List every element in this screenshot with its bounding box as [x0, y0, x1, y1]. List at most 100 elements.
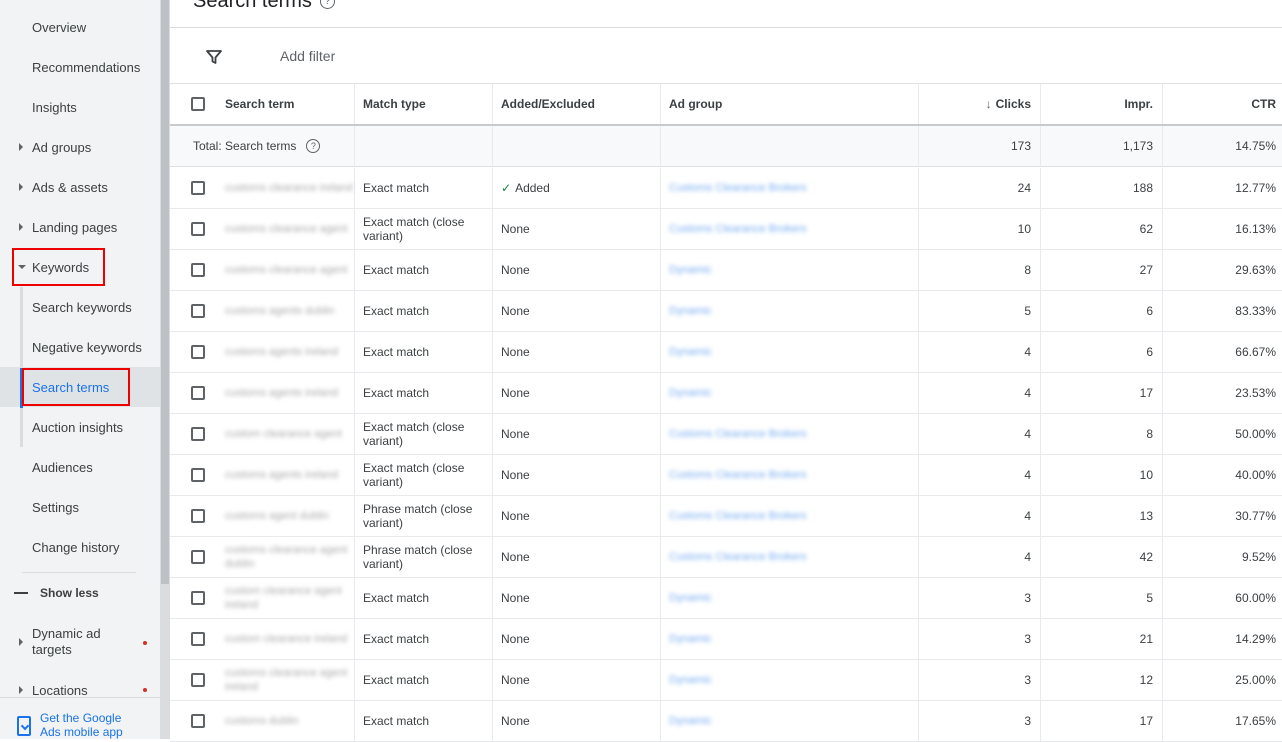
sidebar-item-insights[interactable]: Insights	[0, 87, 160, 127]
sidebar-item-landing-pages[interactable]: Landing pages	[0, 207, 160, 247]
row-checkbox[interactable]	[190, 714, 205, 728]
match-type-cell: Exact match	[355, 250, 493, 290]
impr-cell: 10	[1041, 455, 1163, 495]
sidebar-item-audiences[interactable]: Audiences	[0, 447, 160, 487]
sidebar-item-negative-keywords[interactable]: Negative keywords	[0, 327, 160, 367]
row-select-cell	[170, 373, 215, 413]
select-all-checkbox[interactable]	[190, 97, 205, 111]
row-checkbox[interactable]	[190, 591, 205, 605]
clicks-cell: 4	[919, 373, 1041, 413]
ad-group-link[interactable]: Customs Clearance Brokers	[669, 510, 807, 522]
show-less-button[interactable]: Show less	[14, 586, 99, 600]
header-label: Impr.	[1124, 97, 1153, 111]
ad-group-link[interactable]: Customs Clearance Brokers	[669, 469, 807, 481]
sidebar-item-label: Overview	[32, 19, 87, 35]
row-select-cell	[170, 496, 215, 536]
sidebar-item-dynamic-ad-targets[interactable]: Dynamic ad targets	[0, 622, 160, 662]
check-icon: ✓	[501, 181, 512, 195]
row-checkbox[interactable]	[190, 673, 205, 687]
sidebar-item-ad-groups[interactable]: Ad groups	[0, 127, 160, 167]
sidebar-item-recommendations[interactable]: Recommendations	[0, 47, 160, 87]
row-checkbox[interactable]	[190, 386, 205, 400]
header-label: Clicks	[995, 97, 1031, 111]
filter-icon[interactable]	[206, 49, 222, 65]
table-row: customs clearance agent dublin Phrase mat…	[170, 537, 1282, 578]
sidebar-item-overview[interactable]: Overview	[0, 7, 160, 47]
sidebar-item-search-keywords[interactable]: Search keywords	[0, 287, 160, 327]
ad-group-link[interactable]: Dynamic	[669, 715, 712, 727]
ad-group-link[interactable]: Customs Clearance Brokers	[669, 428, 807, 440]
row-checkbox[interactable]	[190, 222, 205, 236]
ad-group-link[interactable]: Customs Clearance Brokers	[669, 223, 807, 235]
table-row: customs clearance agent Exact match (clos…	[170, 209, 1282, 250]
sidebar-item-label: Search keywords	[32, 299, 132, 315]
added-status: None	[501, 345, 530, 359]
ad-group-cell: Dynamic	[661, 373, 919, 413]
row-checkbox[interactable]	[190, 632, 205, 646]
impr-cell: 6	[1041, 291, 1163, 331]
row-select-cell	[170, 291, 215, 331]
ad-group-link[interactable]: Dynamic	[669, 387, 712, 399]
added-excluded-cell: None	[493, 537, 661, 577]
row-checkbox[interactable]	[190, 427, 205, 441]
added-status: None	[501, 468, 530, 482]
added-excluded-cell: None	[493, 496, 661, 536]
search-term-cell: customs clearance agent ireland	[215, 660, 355, 700]
ad-group-cell: Customs Clearance Brokers	[661, 455, 919, 495]
page-title-text: Search terms	[193, 0, 312, 12]
sidebar-item-ads-assets[interactable]: Ads & assets	[0, 167, 160, 207]
sidebar-scroll-thumb[interactable]	[161, 0, 169, 584]
ad-group-link[interactable]: Dynamic	[669, 633, 712, 645]
table-row: customs clearance agent ireland Exact mat…	[170, 660, 1282, 701]
sidebar-item-change-history[interactable]: Change history	[0, 527, 160, 567]
added-excluded-cell: None	[493, 332, 661, 372]
header-match-type[interactable]: Match type	[355, 84, 493, 124]
ctr-cell: 66.67%	[1235, 345, 1276, 359]
header-clicks[interactable]: ↓ Clicks	[919, 84, 1041, 124]
match-type-text: Exact match	[363, 714, 430, 728]
ad-group-link[interactable]: Dynamic	[669, 305, 712, 317]
row-checkbox[interactable]	[190, 263, 205, 277]
ad-group-link[interactable]: Dynamic	[669, 674, 712, 686]
row-checkbox[interactable]	[190, 468, 205, 482]
header-added-excluded[interactable]: Added/Excluded	[493, 84, 661, 124]
header-ctr[interactable]: CTR	[1163, 84, 1282, 124]
search-term-cell: custom clearance ireland	[215, 619, 355, 659]
ad-group-link[interactable]: Dynamic	[669, 592, 712, 604]
add-filter-button[interactable]: Add filter	[280, 48, 335, 64]
added-excluded-cell: None	[493, 209, 661, 249]
added-status: None	[501, 222, 530, 236]
show-less-label: Show less	[40, 586, 99, 600]
sidebar-item-settings[interactable]: Settings	[0, 487, 160, 527]
row-checkbox[interactable]	[190, 550, 205, 564]
ad-group-link[interactable]: Dynamic	[669, 346, 712, 358]
row-checkbox[interactable]	[190, 509, 205, 523]
row-checkbox[interactable]	[190, 345, 205, 359]
clicks-cell: 10	[919, 209, 1041, 249]
header-ad-group[interactable]: Ad group	[661, 84, 919, 124]
header-search-term[interactable]: Search term	[215, 84, 355, 124]
match-type-cell: Exact match (close variant)	[355, 414, 493, 454]
match-type-cell: Exact match	[355, 291, 493, 331]
annotation-highlight	[22, 368, 130, 406]
mobile-app-link[interactable]: Get the Google Ads mobile app	[0, 697, 160, 739]
sidebar-item-label: Ads & assets	[32, 179, 108, 195]
added-status: None	[501, 673, 530, 687]
ad-group-link[interactable]: Customs Clearance Brokers	[669, 182, 807, 194]
table-row: customs agents ireland Exact match (close…	[170, 455, 1282, 496]
row-checkbox[interactable]	[190, 181, 205, 195]
match-type-text: Exact match	[363, 345, 430, 359]
chevron-right-icon	[19, 223, 23, 231]
sidebar-item-auction-insights[interactable]: Auction insights	[0, 407, 160, 447]
match-type-cell: Exact match (close variant)	[355, 209, 493, 249]
row-checkbox[interactable]	[190, 304, 205, 318]
ad-group-link[interactable]: Customs Clearance Brokers	[669, 551, 807, 563]
ad-group-link[interactable]: Dynamic	[669, 264, 712, 276]
help-icon[interactable]: ?	[319, 0, 335, 9]
help-icon[interactable]: ?	[306, 139, 321, 153]
clicks-cell: 4	[919, 414, 1041, 454]
clicks-cell: 4	[919, 332, 1041, 372]
header-impr[interactable]: Impr.	[1041, 84, 1163, 124]
impr-cell: 17	[1041, 701, 1163, 741]
added-excluded-cell: None	[493, 414, 661, 454]
